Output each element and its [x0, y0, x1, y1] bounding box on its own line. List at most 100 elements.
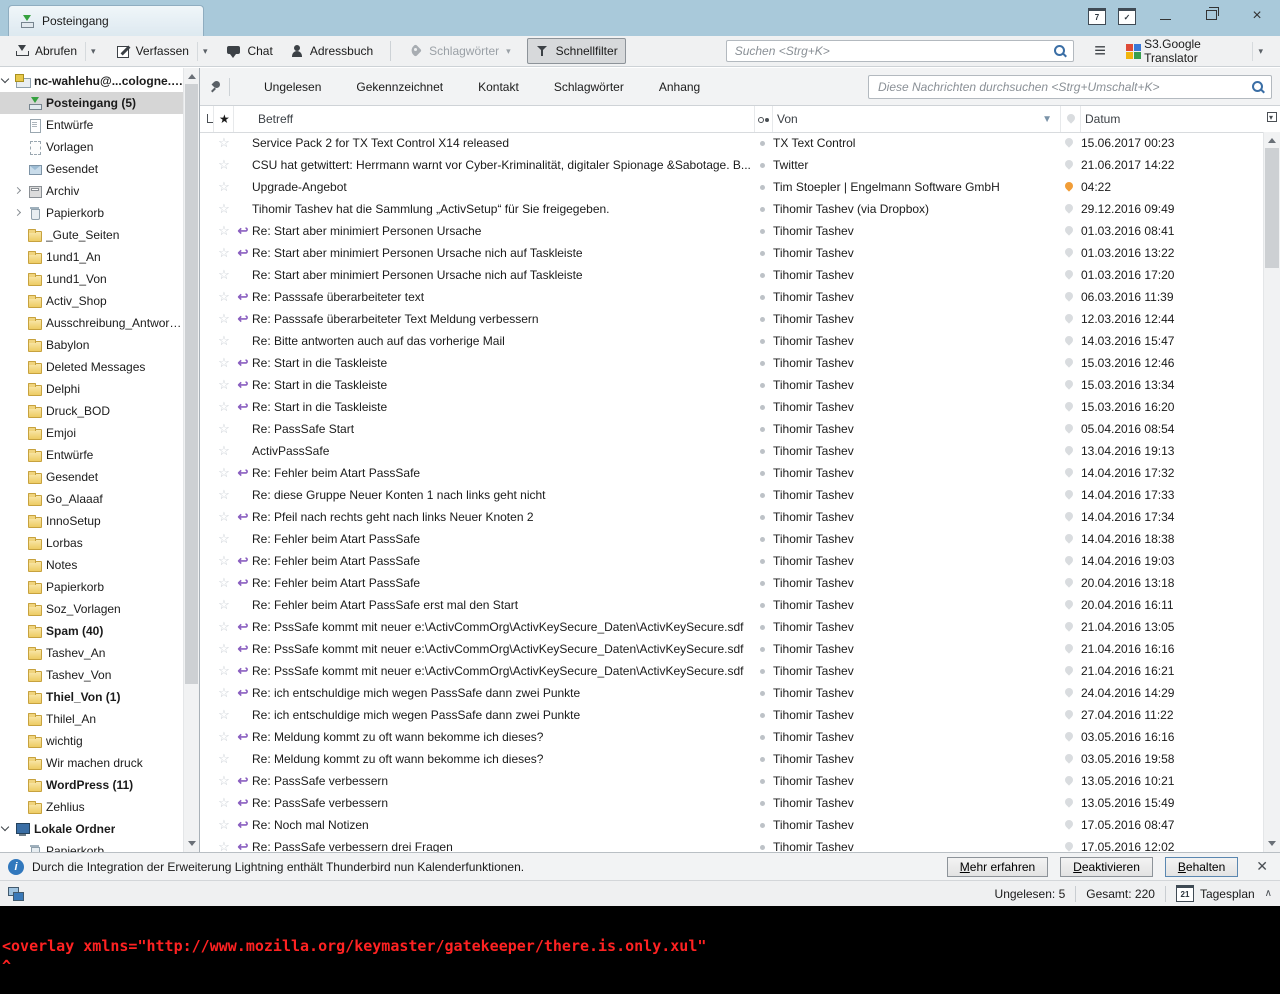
expander-icon[interactable]: [12, 224, 24, 246]
expander-icon[interactable]: [12, 708, 24, 730]
junk-flame-icon[interactable]: [1061, 487, 1077, 503]
email-row[interactable]: Re: Bitte antworten auch auf das vorheri…: [200, 330, 1264, 352]
junk-flame-icon[interactable]: [1061, 839, 1077, 852]
scroll-thumb[interactable]: [185, 84, 198, 684]
star-icon[interactable]: [214, 751, 234, 767]
email-row[interactable]: Tihomir Tashev hat die Sammlung „ActivSe…: [200, 198, 1264, 220]
star-icon[interactable]: [214, 663, 234, 679]
expander-icon[interactable]: [12, 180, 24, 202]
star-icon[interactable]: [214, 707, 234, 723]
read-dot-icon[interactable]: [755, 726, 773, 748]
expander-icon[interactable]: [12, 334, 24, 356]
today-pane-toggle[interactable]: Tagesplan: [1200, 887, 1255, 901]
junk-flame-icon[interactable]: [1061, 817, 1077, 833]
disable-button[interactable]: Deaktivieren: [1060, 857, 1153, 877]
read-dot-icon[interactable]: [755, 242, 773, 264]
star-icon[interactable]: [214, 619, 234, 635]
tasks-tab-icon[interactable]: ✓: [1118, 8, 1136, 25]
date-column-header[interactable]: Datum: [1081, 106, 1264, 132]
star-icon[interactable]: [214, 443, 234, 459]
read-dot-icon[interactable]: [755, 748, 773, 770]
folder-item[interactable]: Vorlagen: [0, 136, 184, 158]
star-icon[interactable]: [214, 531, 234, 547]
email-row[interactable]: Re: Start aber minimiert Personen Ursach…: [200, 264, 1264, 286]
keep-button[interactable]: Behalten: [1165, 857, 1238, 877]
compose-dropdown[interactable]: ▾: [197, 42, 213, 61]
email-row[interactable]: ActivPassSafe Tihomir Tashev 13.04.2016 …: [200, 440, 1264, 462]
star-icon[interactable]: [214, 135, 234, 151]
star-icon[interactable]: [214, 223, 234, 239]
star-icon[interactable]: [214, 553, 234, 569]
junk-flame-icon[interactable]: [1061, 619, 1077, 635]
expander-icon[interactable]: [12, 378, 24, 400]
expander-icon[interactable]: [12, 422, 24, 444]
quick-filter-toggle[interactable]: Anhang: [632, 77, 708, 97]
email-row[interactable]: Re: Meldung kommt zu oft wann bekomme ic…: [200, 726, 1264, 748]
read-dot-icon[interactable]: [755, 572, 773, 594]
expander-icon[interactable]: [12, 686, 24, 708]
read-dot-icon[interactable]: [755, 594, 773, 616]
translator-dropdown[interactable]: ▾: [1252, 42, 1268, 61]
folder-item[interactable]: Ausschreibung_Antworten: [0, 312, 184, 334]
junk-flame-icon[interactable]: [1061, 795, 1077, 811]
junk-flame-icon[interactable]: [1061, 311, 1077, 327]
quick-filter-toggle[interactable]: Ungelesen: [237, 77, 329, 97]
email-row[interactable]: Re: Passsafe überarbeiteter Text Meldung…: [200, 308, 1264, 330]
read-dot-icon[interactable]: [755, 440, 773, 462]
folder-scrollbar[interactable]: [183, 68, 199, 852]
read-dot-icon[interactable]: [755, 396, 773, 418]
tags-button[interactable]: Schlagwörter ▾: [400, 38, 519, 64]
account-row[interactable]: nc-wahlehu@...cologne.de: [0, 70, 184, 92]
junk-flame-icon[interactable]: [1061, 157, 1077, 173]
email-row[interactable]: Re: ich entschuldige mich wegen PassSafe…: [200, 704, 1264, 726]
expander-icon[interactable]: [12, 620, 24, 642]
tab-posteingang[interactable]: Posteingang: [8, 5, 204, 36]
close-notification-icon[interactable]: ✕: [1252, 858, 1272, 875]
address-book-button[interactable]: Adressbuch: [281, 38, 381, 64]
email-row[interactable]: Re: PssSafe kommt mit neuer e:\ActivComm…: [200, 638, 1264, 660]
folder-item[interactable]: Archiv: [0, 180, 184, 202]
thread-column-header[interactable]: [200, 106, 214, 132]
read-dot-icon[interactable]: [755, 638, 773, 660]
star-icon[interactable]: [214, 641, 234, 657]
expander-icon[interactable]: [12, 488, 24, 510]
email-row[interactable]: Re: PssSafe kommt mit neuer e:\ActivComm…: [200, 660, 1264, 682]
read-dot-icon[interactable]: [755, 550, 773, 572]
expander-icon[interactable]: [12, 400, 24, 422]
folder-item[interactable]: InnoSetup: [0, 510, 184, 532]
expander-icon[interactable]: [12, 466, 24, 488]
read-dot-icon[interactable]: [755, 154, 773, 176]
folder-item[interactable]: Gesendet: [0, 466, 184, 488]
folder-item[interactable]: Spam (40): [0, 620, 184, 642]
junk-flame-icon[interactable]: [1061, 465, 1077, 481]
close-button[interactable]: ×: [1234, 7, 1280, 25]
email-row[interactable]: Re: Fehler beim Atart PassSafe Tihomir T…: [200, 572, 1264, 594]
get-mail-button[interactable]: Abrufen: [6, 38, 85, 64]
email-row[interactable]: Re: Fehler beim Atart PassSafe Tihomir T…: [200, 528, 1264, 550]
folder-item[interactable]: Papierkorb: [0, 840, 184, 852]
junk-flame-icon[interactable]: [1061, 751, 1077, 767]
star-icon[interactable]: [214, 817, 234, 833]
expander-icon[interactable]: [12, 202, 24, 224]
junk-flame-icon[interactable]: [1061, 729, 1077, 745]
read-dot-icon[interactable]: [755, 836, 773, 852]
scroll-up-icon[interactable]: [1268, 138, 1276, 143]
email-row[interactable]: CSU hat getwittert: Herrmann warnt vor C…: [200, 154, 1264, 176]
star-icon[interactable]: [214, 575, 234, 591]
read-dot-icon[interactable]: [755, 374, 773, 396]
email-row[interactable]: Upgrade-Angebot Tim Stoepler | Engelmann…: [200, 176, 1264, 198]
folder-item[interactable]: Papierkorb: [0, 576, 184, 598]
star-icon[interactable]: [214, 289, 234, 305]
read-dot-icon[interactable]: [755, 528, 773, 550]
junk-flame-icon[interactable]: [1061, 289, 1077, 305]
global-search-input[interactable]: [726, 40, 1075, 62]
expander-icon[interactable]: [12, 290, 24, 312]
folder-item[interactable]: wichtig: [0, 730, 184, 752]
folder-item[interactable]: Zehlius: [0, 796, 184, 818]
junk-flame-icon[interactable]: [1061, 333, 1077, 349]
folder-item[interactable]: Babylon: [0, 334, 184, 356]
expander-icon[interactable]: [12, 444, 24, 466]
junk-flame-icon[interactable]: [1061, 377, 1077, 393]
from-column-header[interactable]: Von▼: [773, 106, 1061, 132]
email-row[interactable]: Service Pack 2 for TX Text Control X14 r…: [200, 132, 1264, 154]
